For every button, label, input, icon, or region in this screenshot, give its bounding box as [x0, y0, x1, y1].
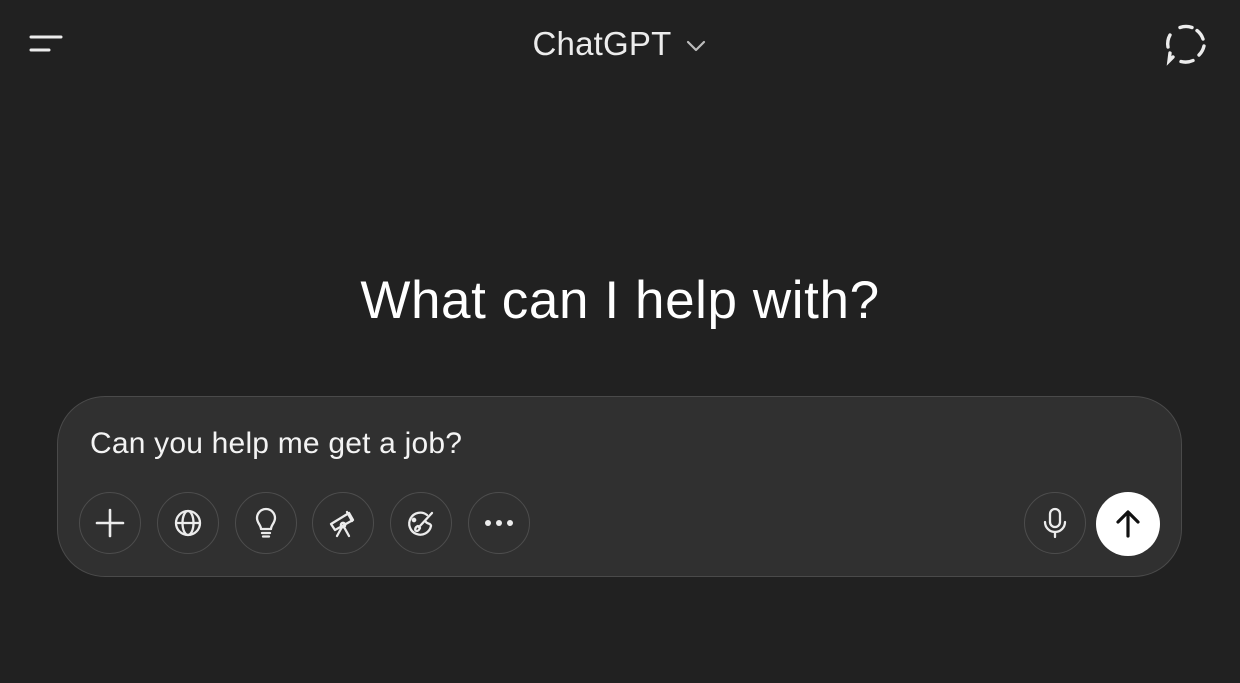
temporary-chat-button[interactable] [1162, 20, 1210, 68]
prompt-input[interactable]: Can you help me get a job? [90, 427, 462, 461]
temporary-chat-icon [1164, 22, 1208, 66]
model-selector-button[interactable]: ChatGPT [0, 22, 1240, 66]
telescope-icon [327, 507, 359, 539]
top-bar: ChatGPT [0, 0, 1240, 88]
app-title: ChatGPT [532, 25, 672, 62]
globe-icon [173, 508, 203, 538]
reason-button[interactable] [235, 492, 297, 554]
plus-icon [95, 508, 125, 538]
create-image-button[interactable] [390, 492, 452, 554]
chevron-down-icon [685, 35, 707, 57]
message-composer[interactable]: Can you help me get a job? [57, 396, 1182, 577]
arrow-up-icon [1114, 509, 1142, 539]
paint-palette-icon [405, 507, 437, 539]
app-window: ChatGPT What can I help with? Can you he… [0, 0, 1240, 683]
page-title: What can I help with? [360, 271, 880, 330]
more-tools-button[interactable] [468, 492, 530, 554]
search-button[interactable] [157, 492, 219, 554]
deep-research-button[interactable] [312, 492, 374, 554]
voice-input-button[interactable] [1024, 492, 1086, 554]
send-button[interactable] [1096, 492, 1160, 556]
more-horizontal-icon [484, 519, 514, 527]
microphone-icon [1042, 507, 1068, 539]
add-attachment-button[interactable] [79, 492, 141, 554]
lightbulb-icon [251, 507, 281, 539]
